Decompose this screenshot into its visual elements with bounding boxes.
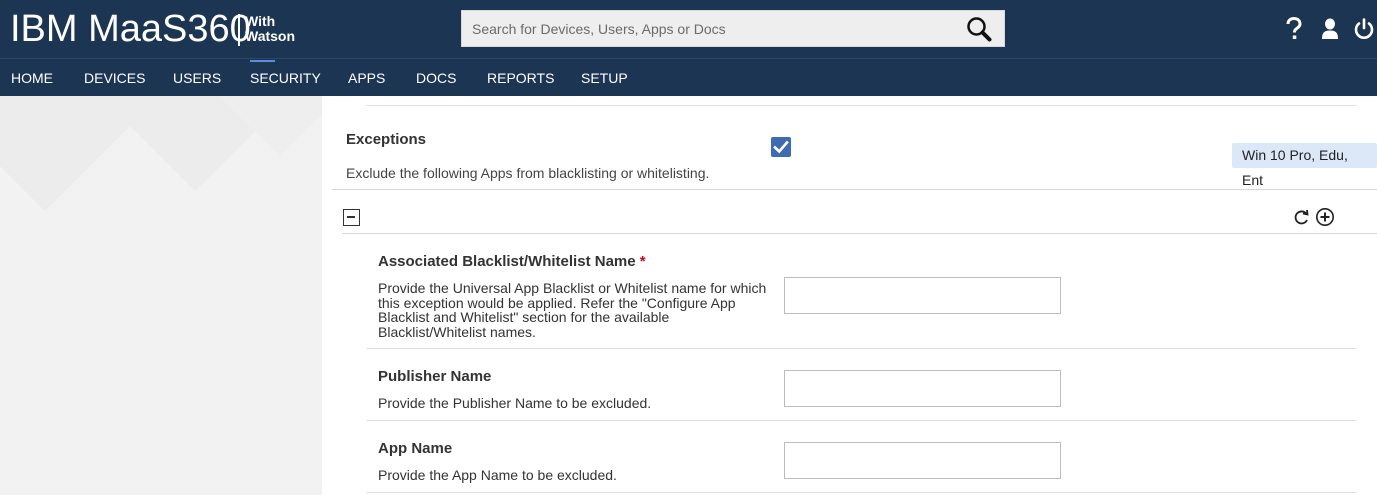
field-row-blacklist-name: Associated Blacklist/Whitelist Name * Pr… (366, 234, 1357, 349)
collapse-button[interactable] (343, 209, 360, 226)
nav-docs[interactable]: DOCS (416, 70, 456, 86)
search-icon[interactable] (966, 16, 992, 42)
help-icon[interactable] (1281, 14, 1307, 44)
search-input[interactable] (462, 11, 962, 46)
nav-security[interactable]: SECURITY (250, 70, 321, 86)
field-row-app-name: App Name Provide the App Name to be excl… (366, 421, 1357, 493)
blacklist-name-input[interactable] (784, 277, 1061, 314)
divider (366, 105, 1357, 106)
power-icon[interactable] (1351, 14, 1377, 44)
brand-logo: IBM MaaS360 (10, 8, 251, 50)
nav-apps[interactable]: APPS (348, 70, 385, 86)
refresh-icon[interactable] (1292, 207, 1312, 227)
field-label: App Name (378, 440, 453, 457)
field-description: Provide the Universal App Blacklist or W… (378, 280, 767, 340)
nav-devices[interactable]: DEVICES (84, 70, 145, 86)
divider (332, 189, 1377, 190)
field-description: Provide the Publisher Name to be exclude… (378, 395, 652, 411)
nav-active-indicator (250, 60, 275, 62)
nav-reports[interactable]: REPORTS (487, 70, 554, 86)
exceptions-description: Exclude the following Apps from blacklis… (346, 165, 710, 181)
app-name-input[interactable] (784, 442, 1061, 479)
main-nav: HOME DEVICES USERS SECURITY APPS DOCS RE… (0, 58, 1377, 96)
brand-subtitle: With Watson (245, 14, 295, 44)
brand-sub-line-2: Watson (245, 28, 296, 44)
field-row-publisher-name: Publisher Name Provide the Publisher Nam… (366, 349, 1357, 421)
nav-users[interactable]: USERS (173, 70, 221, 86)
field-description: Provide the App Name to be excluded. (378, 467, 617, 483)
nav-setup[interactable]: SETUP (581, 70, 628, 86)
field-label: Publisher Name (378, 368, 492, 385)
field-label-text: Associated Blacklist/Whitelist Name (378, 253, 636, 270)
nav-home[interactable]: HOME (11, 70, 53, 86)
exceptions-title: Exceptions (346, 131, 427, 148)
exceptions-checkbox[interactable] (771, 137, 791, 157)
field-label: Associated Blacklist/Whitelist Name * (378, 253, 646, 270)
global-search (461, 10, 1005, 47)
add-row-icon[interactable] (1315, 207, 1335, 227)
left-sidebar (0, 96, 322, 495)
checkmark-icon (773, 140, 789, 154)
required-marker: * (639, 253, 646, 270)
brand-divider (238, 14, 240, 46)
user-icon[interactable] (1317, 14, 1343, 44)
policy-content: Exceptions Exclude the following Apps fr… (322, 96, 1377, 495)
platform-badge: Win 10 Pro, Edu, Ent (1232, 143, 1377, 188)
top-header: IBM MaaS360 With Watson (0, 0, 1377, 58)
publisher-name-input[interactable] (784, 370, 1061, 407)
brand-sub-line-1: With (245, 13, 276, 29)
